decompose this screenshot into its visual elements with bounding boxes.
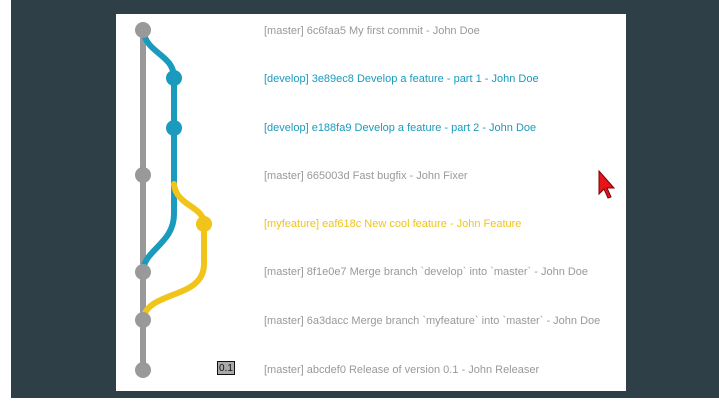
commit-label-develop[interactable]: [develop] e188fa9 Develop a feature - pa… <box>264 118 536 138</box>
window-edge-left <box>0 0 11 402</box>
mouse-pointer-icon <box>598 170 616 199</box>
commit-label-myfeature[interactable]: [myfeature] eaf618c New cool feature - J… <box>264 214 521 234</box>
git-graph-panel: [master] 6c6faa5 My first commit - John … <box>116 14 626 391</box>
commit-dot-master[interactable] <box>135 264 151 280</box>
commit-label-master[interactable]: [master] 665003d Fast bugfix - John Fixe… <box>264 166 468 186</box>
commit-dot-master[interactable] <box>135 167 151 183</box>
commit-dot-master[interactable] <box>135 362 151 378</box>
commit-dot-myfeature[interactable] <box>196 216 212 232</box>
commit-label-master[interactable]: [master] 8f1e0e7 Merge branch `develop` … <box>264 262 588 282</box>
commit-label-master[interactable]: [master] 6c6faa5 My first commit - John … <box>264 21 480 41</box>
develop-branch-line <box>140 27 177 275</box>
commit-dot-develop[interactable] <box>166 120 182 136</box>
commit-dot-master[interactable] <box>135 312 151 328</box>
window-edge-bottom <box>0 398 719 402</box>
commit-label-master[interactable]: [master] 6a3dacc Merge branch `myfeature… <box>264 311 600 331</box>
commit-label-develop[interactable]: [develop] 3e89ec8 Develop a feature - pa… <box>264 69 539 89</box>
commit-label-master[interactable]: [master] abcdef0 Release of version 0.1 … <box>264 360 539 380</box>
git-graph <box>135 22 212 378</box>
commit-dot-master[interactable] <box>135 22 151 38</box>
commit-dot-develop[interactable] <box>166 70 182 86</box>
version-tag: 0.1 <box>217 361 235 375</box>
